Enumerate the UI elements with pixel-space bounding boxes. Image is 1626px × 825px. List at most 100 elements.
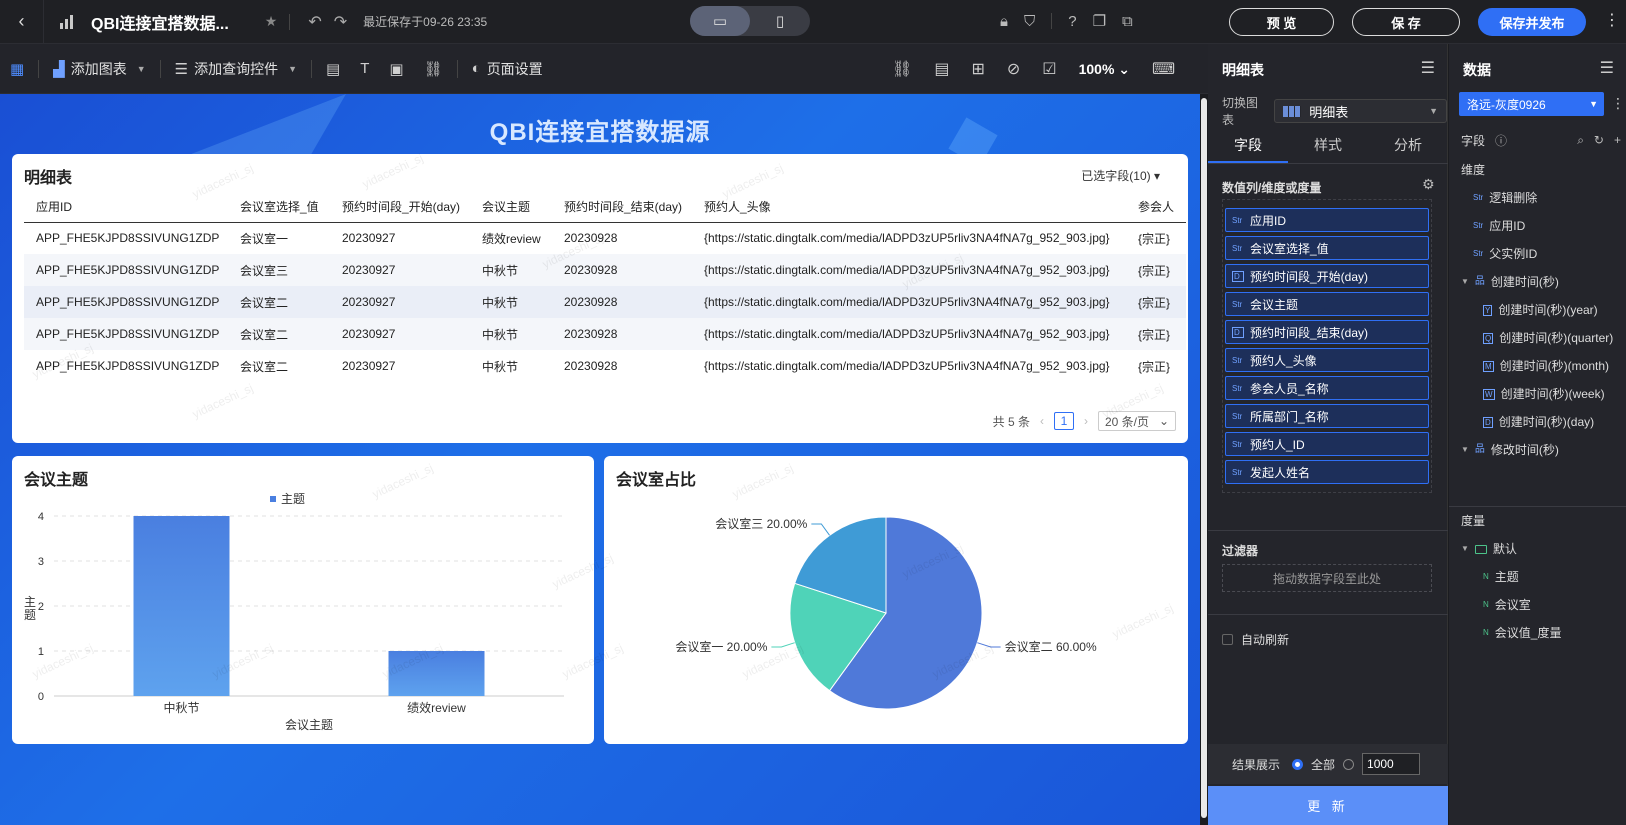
field-item[interactable]: D 预约时间段_结束(day) — [1225, 320, 1429, 344]
field-item[interactable]: Str 所属部门_名称 — [1225, 404, 1429, 428]
keyboard-icon[interactable]: ⌨ — [1152, 59, 1175, 79]
expand-arrow-icon[interactable]: ▼ — [1461, 436, 1469, 464]
chart-type-select[interactable]: 明细表 ▼ — [1274, 99, 1447, 123]
scrollbar-thumb[interactable] — [1201, 98, 1207, 818]
dimension-item[interactable]: W 创建时间(秒)(week) — [1449, 380, 1626, 408]
table-row[interactable]: APP_FHE5KJPD8SSIVUNG1ZDP 会议室二 20230927 中秋节 2… — [24, 318, 1186, 350]
more-icon[interactable]: ⋮ — [1604, 10, 1620, 30]
link-component-icon[interactable]: ⛓ — [414, 60, 453, 78]
table-row[interactable]: APP_FHE5KJPD8SSIVUNG1ZDP 会议室二 20230927 中秋节 2… — [24, 286, 1186, 318]
preview-button[interactable]: 预 览 — [1229, 8, 1334, 36]
dimension-item[interactable]: Str 逻辑删除 — [1449, 184, 1626, 212]
desktop-icon[interactable]: ▭ — [690, 6, 750, 36]
bar[interactable] — [388, 651, 485, 696]
dataset-select[interactable]: 洛远-灰度0926 ▼ — [1459, 92, 1604, 116]
dimension-item[interactable]: ▼ 品创建时间(秒) — [1449, 268, 1626, 296]
prev-page-icon[interactable]: ‹ — [1040, 414, 1044, 428]
dimension-item[interactable]: ▼ 品修改时间(秒) — [1449, 436, 1626, 464]
measure-item[interactable]: N 会议室 — [1449, 591, 1626, 619]
field-item[interactable]: Str 发起人姓名 — [1225, 460, 1429, 484]
measure-folder[interactable]: ▼ 默认 — [1449, 535, 1626, 563]
report-icon[interactable]: ▤ — [934, 59, 949, 79]
dimension-item[interactable]: M 创建时间(秒)(month) — [1449, 352, 1626, 380]
table-row[interactable]: APP_FHE5KJPD8SSIVUNG1ZDP 会议室二 20230927 中秋节 2… — [24, 350, 1186, 382]
check-icon[interactable]: ☑ — [1042, 59, 1056, 79]
hide-icon[interactable]: ⊘ — [1007, 59, 1020, 79]
field-item[interactable]: D 预约时间段_开始(day) — [1225, 264, 1429, 288]
table-row[interactable]: APP_FHE5KJPD8SSIVUNG1ZDP 会议室三 20230927 中秋节 2… — [24, 254, 1186, 286]
column-header[interactable]: 会议室选择_值 — [228, 192, 330, 223]
share-icon[interactable]: ⧉ — [1122, 13, 1133, 30]
menu-icon[interactable]: ☰ — [1600, 58, 1614, 78]
canvas-scrollbar[interactable] — [1200, 94, 1208, 825]
bar-chart-card[interactable]: 会议主题 0 1 2 3 4 中秋节 绩效review 会议主题 主题 主题 — [12, 456, 594, 744]
column-header[interactable]: 会议主题 — [470, 192, 552, 223]
text-component-icon[interactable]: T — [350, 60, 379, 77]
update-button[interactable]: 更 新 — [1208, 786, 1448, 825]
add-chart-button[interactable]: ▟ 添加图表 ▼ — [43, 59, 155, 79]
result-limit-input[interactable]: 1000 — [1362, 753, 1421, 775]
mobile-icon[interactable]: ▯ — [750, 6, 810, 36]
structure-icon[interactable]: ⊞ — [971, 59, 984, 79]
settings-icon[interactable]: ⚙ — [1422, 176, 1435, 193]
report-title[interactable]: QBI连接宜搭数据... — [91, 10, 229, 34]
selected-field-list[interactable]: Str 应用ID Str 会议室选择_值 D 预约时间段_开始(day) Str 会议主题 D 预… — [1222, 199, 1432, 493]
dimension-item[interactable]: Str 父实例ID — [1449, 240, 1626, 268]
measure-list[interactable]: N 主题 N 会议室 N 会议值_度量 — [1449, 563, 1626, 647]
column-header[interactable]: 预约人_头像 — [692, 192, 1126, 223]
detail-table-card[interactable]: 明细表 已选字段(10) ▾ 应用ID 会议室选择_值 预约时间段_开始(day) 会… — [12, 154, 1188, 443]
column-header[interactable]: 预约时间段_开始(day) — [330, 192, 470, 223]
lock-icon[interactable]: 🔒︎ — [1000, 13, 1008, 30]
help-icon[interactable]: ? — [1068, 13, 1076, 30]
undo-icon[interactable]: ↶ — [308, 12, 321, 32]
table-row[interactable]: APP_FHE5KJPD8SSIVUNG1ZDP 会议室一 20230927 绩效re… — [24, 222, 1186, 254]
refresh-icon[interactable]: ↻ — [1594, 133, 1604, 148]
filter-drop-zone[interactable]: 拖动数据字段至此处 — [1222, 564, 1432, 592]
zoom-select[interactable]: 100% ⌄ — [1079, 61, 1130, 78]
selected-fields-dropdown[interactable]: 已选字段(10) ▾ — [1081, 167, 1160, 184]
star-icon[interactable]: ★ — [265, 13, 278, 30]
auto-refresh-toggle[interactable]: 自动刷新 — [1222, 631, 1289, 648]
expand-arrow-icon[interactable]: ▼ — [1461, 268, 1469, 296]
field-item[interactable]: Str 参会人员_名称 — [1225, 376, 1429, 400]
dimension-item[interactable]: Q 创建时间(秒)(quarter) — [1449, 324, 1626, 352]
info-icon[interactable]: ⓘ — [1495, 132, 1507, 149]
layout-icon[interactable]: ▦ — [0, 60, 34, 78]
image-component-icon[interactable]: ▣ — [379, 60, 413, 78]
save-publish-button[interactable]: 保存并发布 — [1478, 8, 1586, 36]
pie-chart-card[interactable]: 会议室占比 会议室二 60.00% 会议室一 20.00% 会议室三 20.00% — [604, 456, 1188, 744]
search-icon[interactable]: ⌕ — [1577, 133, 1584, 148]
menu-icon[interactable]: ☰ — [1421, 58, 1435, 78]
dimension-item[interactable]: D 创建时间(秒)(day) — [1449, 408, 1626, 436]
column-header[interactable]: 应用ID — [24, 192, 228, 223]
bar[interactable] — [133, 516, 230, 696]
dimension-item[interactable]: Y 创建时间(秒)(year) — [1449, 296, 1626, 324]
more-icon[interactable]: ⋮ — [1611, 95, 1625, 112]
next-page-icon[interactable]: › — [1084, 414, 1088, 428]
page-1-button[interactable]: 1 — [1054, 412, 1074, 430]
result-limit-radio[interactable] — [1343, 758, 1355, 770]
tab-fields[interactable]: 字段 — [1208, 128, 1288, 163]
field-item[interactable]: Str 会议室选择_值 — [1225, 236, 1429, 260]
field-item[interactable]: Str 预约人_头像 — [1225, 348, 1429, 372]
add-query-control-button[interactable]: ☰ 添加查询控件 ▼ — [165, 59, 307, 79]
result-all-radio[interactable] — [1292, 758, 1304, 770]
dimension-list[interactable]: Str 逻辑删除 Str 应用ID Str 父实例ID ▼ 品创建时间(秒) Y 创建时间(秒)(… — [1449, 184, 1626, 502]
column-header[interactable]: 参会人 — [1126, 192, 1186, 223]
save-button[interactable]: 保 存 — [1352, 8, 1460, 36]
auto-refresh-checkbox[interactable] — [1222, 634, 1233, 645]
link-icon[interactable]: ⛓ — [892, 59, 912, 79]
expand-arrow-icon[interactable]: ▼ — [1461, 535, 1469, 563]
legend-label[interactable]: 主题 — [281, 492, 305, 506]
column-header[interactable]: 预约时间段_结束(day) — [552, 192, 692, 223]
file-settings-icon[interactable]: ❐ — [1093, 12, 1106, 30]
field-item[interactable]: Str 会议主题 — [1225, 292, 1429, 316]
tab-style[interactable]: 样式 — [1288, 128, 1368, 163]
field-item[interactable]: Str 应用ID — [1225, 208, 1429, 232]
tab-component-icon[interactable]: ▤ — [316, 60, 350, 78]
redo-icon[interactable]: ↷ — [334, 12, 347, 32]
field-item[interactable]: Str 预约人_ID — [1225, 432, 1429, 456]
page-size-select[interactable]: 20 条/页 ⌄ — [1098, 411, 1176, 431]
measure-item[interactable]: N 主题 — [1449, 563, 1626, 591]
page-settings-button[interactable]: ◐ 页面设置 — [462, 59, 553, 79]
